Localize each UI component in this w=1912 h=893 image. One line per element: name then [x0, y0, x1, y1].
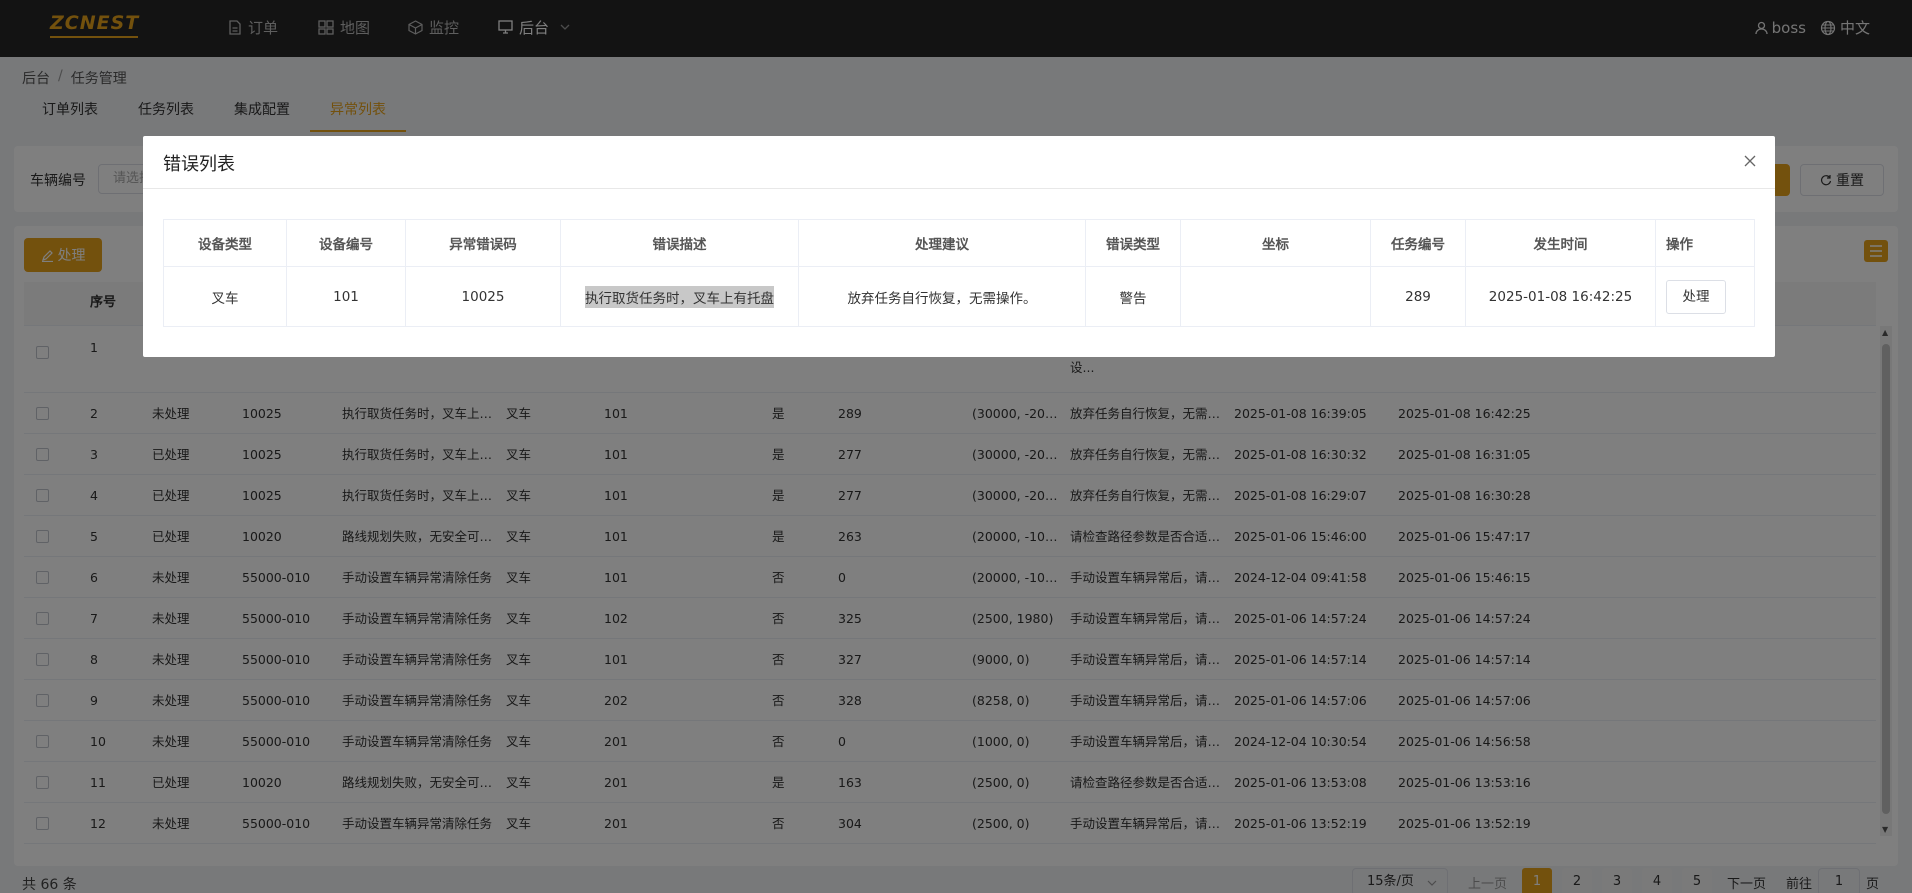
dialog-title: 错误列表 — [163, 154, 235, 175]
device-no-cell: 101 — [287, 267, 406, 326]
error-table-header: 设备类型 设备编号 异常错误码 错误描述 处理建议 错误类型 坐标 任务编号 发… — [164, 220, 1754, 267]
modal-overlay[interactable] — [0, 0, 1912, 893]
column-header: 设备编号 — [287, 220, 406, 266]
column-header: 设备类型 — [164, 220, 287, 266]
column-header: 异常错误码 — [406, 220, 561, 266]
column-header: 发生时间 — [1466, 220, 1656, 266]
error-code-cell: 10025 — [406, 267, 561, 326]
error-table: 设备类型 设备编号 异常错误码 错误描述 处理建议 错误类型 坐标 任务编号 发… — [163, 219, 1755, 327]
description-text: 执行取货任务时，叉车上有托盘 — [585, 285, 774, 308]
column-header: 任务编号 — [1371, 220, 1466, 266]
time-cell: 2025-01-08 16:42:25 — [1466, 267, 1656, 326]
error-list-dialog: 错误列表 设备类型 设备编号 异常错误码 错误描述 处理建议 错误类型 坐标 任… — [143, 136, 1775, 357]
error-type-cell: 警告 — [1086, 267, 1181, 326]
column-header: 错误类型 — [1086, 220, 1181, 266]
process-button[interactable]: 处理 — [1666, 279, 1726, 314]
action-cell: 处理 — [1656, 267, 1754, 326]
column-header: 处理建议 — [799, 220, 1086, 266]
column-header: 错误描述 — [561, 220, 799, 266]
error-row: 叉车 101 10025 执行取货任务时，叉车上有托盘 放弃任务自行恢复，无需操… — [164, 267, 1754, 326]
device-type-cell: 叉车 — [164, 267, 287, 326]
advice-cell: 放弃任务自行恢复，无需操作。 — [799, 267, 1086, 326]
coordinate-cell — [1181, 267, 1371, 326]
column-header: 坐标 — [1181, 220, 1371, 266]
close-icon[interactable] — [1743, 154, 1757, 168]
description-cell: 执行取货任务时，叉车上有托盘 — [561, 267, 799, 326]
task-no-cell: 289 — [1371, 267, 1466, 326]
column-header: 操作 — [1666, 237, 1693, 253]
